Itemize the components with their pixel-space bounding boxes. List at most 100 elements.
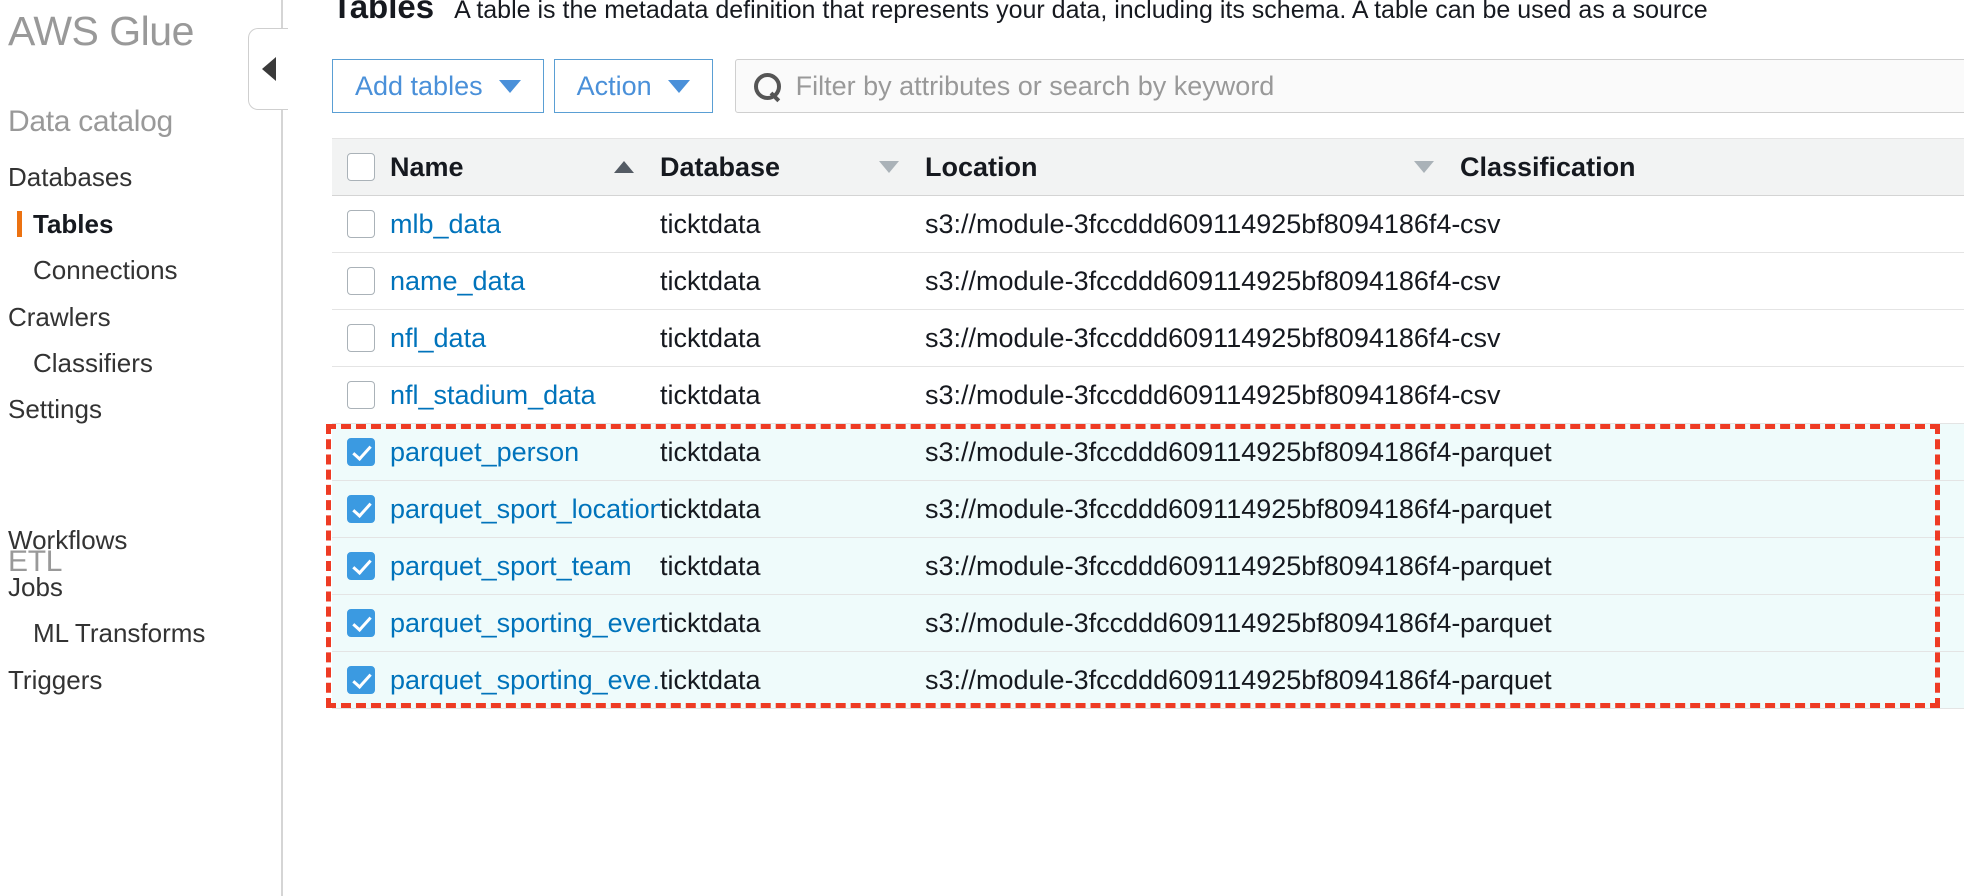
row-checkbox-cell[interactable]	[332, 651, 390, 709]
table-name-link[interactable]: nfl_stadium_data	[390, 380, 596, 410]
sidebar-collapse-button[interactable]	[248, 28, 288, 110]
select-all-checkbox[interactable]	[347, 153, 375, 181]
cell-name[interactable]: parquet_sport_location	[390, 480, 660, 538]
table-header-row: Name Database Location Classification	[332, 138, 1964, 196]
table-body: mlb_data ticktdata s3://module-3fccddd6091…	[332, 195, 1964, 709]
cell-name[interactable]: nfl_data	[390, 309, 660, 367]
column-header-classification[interactable]: Classification	[1460, 138, 1964, 196]
caret-down-icon	[498, 79, 521, 93]
row-checkbox[interactable]	[347, 552, 375, 580]
column-label-name: Name	[390, 151, 464, 182]
action-button[interactable]: Action	[553, 59, 713, 113]
sidebar-item-tables[interactable]: Tables	[16, 209, 113, 240]
table-name-link[interactable]: parquet_person	[390, 437, 579, 467]
table-name-link[interactable]: parquet_sport_location	[390, 494, 660, 524]
cell-location: s3://module-3fccddd609114925bf8094186f4-…	[925, 651, 1460, 709]
table-name-link[interactable]: mlb_data	[390, 209, 501, 239]
row-checkbox-cell[interactable]	[332, 195, 390, 253]
cell-database: ticktdata	[660, 195, 925, 253]
row-checkbox[interactable]	[347, 438, 375, 466]
add-tables-label: Add tables	[355, 70, 483, 101]
action-label: Action	[576, 70, 652, 101]
main-content: Tables A table is the metadata definitio…	[296, 0, 1964, 896]
cell-classification: parquet	[1460, 537, 1964, 595]
table-name-link[interactable]: parquet_sporting_eve…	[390, 665, 660, 695]
caret-down-icon	[667, 79, 690, 93]
cell-name[interactable]: nfl_stadium_data	[390, 366, 660, 424]
sidebar-item-connections[interactable]: Connections	[33, 255, 178, 286]
table-row[interactable]: nfl_data ticktdata s3://module-3fccddd6091…	[332, 309, 1964, 367]
cell-location: s3://module-3fccddd609114925bf8094186f4-…	[925, 309, 1460, 367]
table-row[interactable]: parquet_sporting_eve… ticktdata s3://modul…	[332, 651, 1964, 709]
cell-location: s3://module-3fccddd609114925bf8094186f4-…	[925, 423, 1460, 481]
select-all-header[interactable]	[332, 138, 390, 196]
row-checkbox-cell[interactable]	[332, 594, 390, 652]
sidebar-item-settings[interactable]: Settings	[8, 394, 102, 425]
page-title: Tables	[332, 0, 435, 25]
sort-ascending-icon	[614, 161, 634, 173]
table-row[interactable]: nfl_stadium_data ticktdata s3://module-3fc…	[332, 366, 1964, 424]
row-checkbox[interactable]	[347, 666, 375, 694]
table-row[interactable]: parquet_sport_location ticktdata s3://modu…	[332, 480, 1964, 538]
table-row[interactable]: mlb_data ticktdata s3://module-3fccddd6091…	[332, 195, 1964, 253]
row-checkbox-cell[interactable]	[332, 423, 390, 481]
table-name-link[interactable]: name_data	[390, 266, 525, 296]
cell-location: s3://module-3fccddd609114925bf8094186f4-…	[925, 366, 1460, 424]
search-placeholder: Filter by attributes or search by keywor…	[795, 70, 1275, 101]
row-checkbox[interactable]	[347, 324, 375, 352]
sidebar-item-classifiers[interactable]: Classifiers	[33, 348, 153, 379]
cell-name[interactable]: parquet_sport_team	[390, 537, 660, 595]
table-row[interactable]: parquet_sporting_event ticktdata s3://modu…	[332, 594, 1964, 652]
add-tables-button[interactable]: Add tables	[332, 59, 544, 113]
cell-name[interactable]: parquet_sporting_eve…	[390, 651, 660, 709]
row-checkbox[interactable]	[347, 609, 375, 637]
cell-classification: parquet	[1460, 594, 1964, 652]
cell-classification: csv	[1460, 252, 1964, 310]
row-checkbox[interactable]	[347, 267, 375, 295]
cell-name[interactable]: parquet_person	[390, 423, 660, 481]
cell-database: ticktdata	[660, 423, 925, 481]
row-checkbox-cell[interactable]	[332, 480, 390, 538]
page-header: Tables A table is the metadata definitio…	[332, 0, 1708, 26]
app-brand-title: AWS Glue	[8, 8, 194, 54]
cell-classification: parquet	[1460, 651, 1964, 709]
cell-classification: csv	[1460, 195, 1964, 253]
table-row[interactable]: parquet_sport_team ticktdata s3://module-3…	[332, 537, 1964, 595]
cell-name[interactable]: mlb_data	[390, 195, 660, 253]
sidebar-item-crawlers[interactable]: Crawlers	[8, 302, 111, 333]
row-checkbox[interactable]	[347, 210, 375, 238]
row-checkbox[interactable]	[347, 381, 375, 409]
row-checkbox-cell[interactable]	[332, 537, 390, 595]
row-checkbox-cell[interactable]	[332, 252, 390, 310]
table-row[interactable]: parquet_person ticktdata s3://module-3fccd…	[332, 423, 1964, 481]
column-label-database: Database	[660, 151, 781, 182]
sidebar-item-jobs[interactable]: Jobs	[8, 572, 63, 603]
cell-name[interactable]: name_data	[390, 252, 660, 310]
row-checkbox-cell[interactable]	[332, 366, 390, 424]
sidebar-item-ml-transforms[interactable]: ML Transforms	[33, 618, 205, 649]
cell-database: ticktdata	[660, 537, 925, 595]
cell-database: ticktdata	[660, 480, 925, 538]
table-name-link[interactable]: nfl_data	[390, 323, 486, 353]
table-row[interactable]: name_data ticktdata s3://module-3fccddd609…	[332, 252, 1964, 310]
table-name-link[interactable]: parquet_sporting_event	[390, 608, 660, 638]
sidebar-item-databases[interactable]: Databases	[8, 162, 132, 193]
cell-name[interactable]: parquet_sporting_event	[390, 594, 660, 652]
row-checkbox[interactable]	[347, 495, 375, 523]
sidebar-item-workflows[interactable]: Workflows	[8, 525, 127, 556]
sidebar-item-triggers[interactable]: Triggers	[8, 665, 102, 696]
search-input[interactable]: Filter by attributes or search by keywor…	[734, 59, 1964, 113]
cell-database: ticktdata	[660, 594, 925, 652]
cell-classification: csv	[1460, 366, 1964, 424]
row-checkbox-cell[interactable]	[332, 309, 390, 367]
column-header-database[interactable]: Database	[660, 138, 925, 196]
cell-database: ticktdata	[660, 309, 925, 367]
sort-descending-icon	[879, 161, 899, 173]
table-toolbar: Add tables Action Filter by attributes o…	[332, 59, 1964, 113]
column-header-location[interactable]: Location	[925, 138, 1460, 196]
column-header-name[interactable]: Name	[390, 138, 660, 196]
table-name-link[interactable]: parquet_sport_team	[390, 551, 632, 581]
cell-location: s3://module-3fccddd609114925bf8094186f4-…	[925, 252, 1460, 310]
caret-left-icon	[261, 57, 276, 81]
sort-descending-icon	[1414, 161, 1434, 173]
